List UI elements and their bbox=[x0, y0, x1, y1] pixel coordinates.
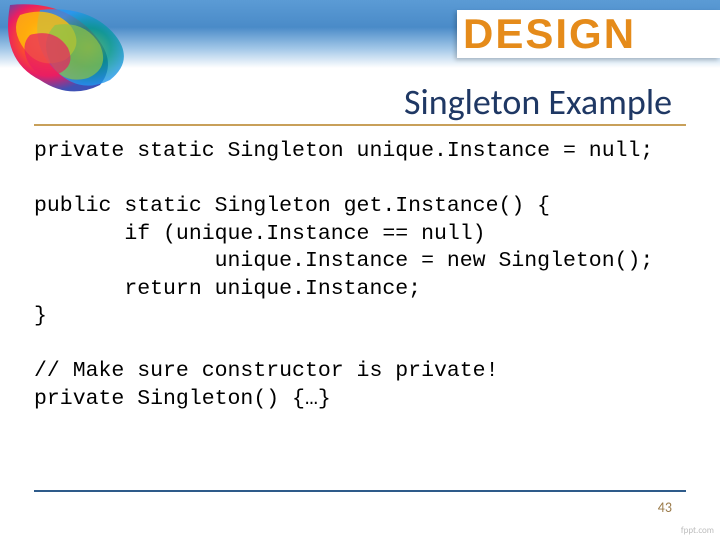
title-underline bbox=[34, 124, 686, 126]
slide: DESIGN Singleton Example private static … bbox=[0, 0, 720, 540]
bottom-rule bbox=[34, 490, 686, 492]
slide-title: Singleton Example bbox=[404, 80, 672, 124]
decorative-swirl-image bbox=[0, 0, 145, 100]
logo-text: DESIGN bbox=[463, 10, 636, 58]
code-block: private static Singleton unique.Instance… bbox=[34, 138, 686, 413]
page-number: 43 bbox=[658, 499, 672, 516]
footer-link: fppt.com bbox=[681, 525, 714, 536]
logo-box: DESIGN bbox=[457, 10, 720, 58]
